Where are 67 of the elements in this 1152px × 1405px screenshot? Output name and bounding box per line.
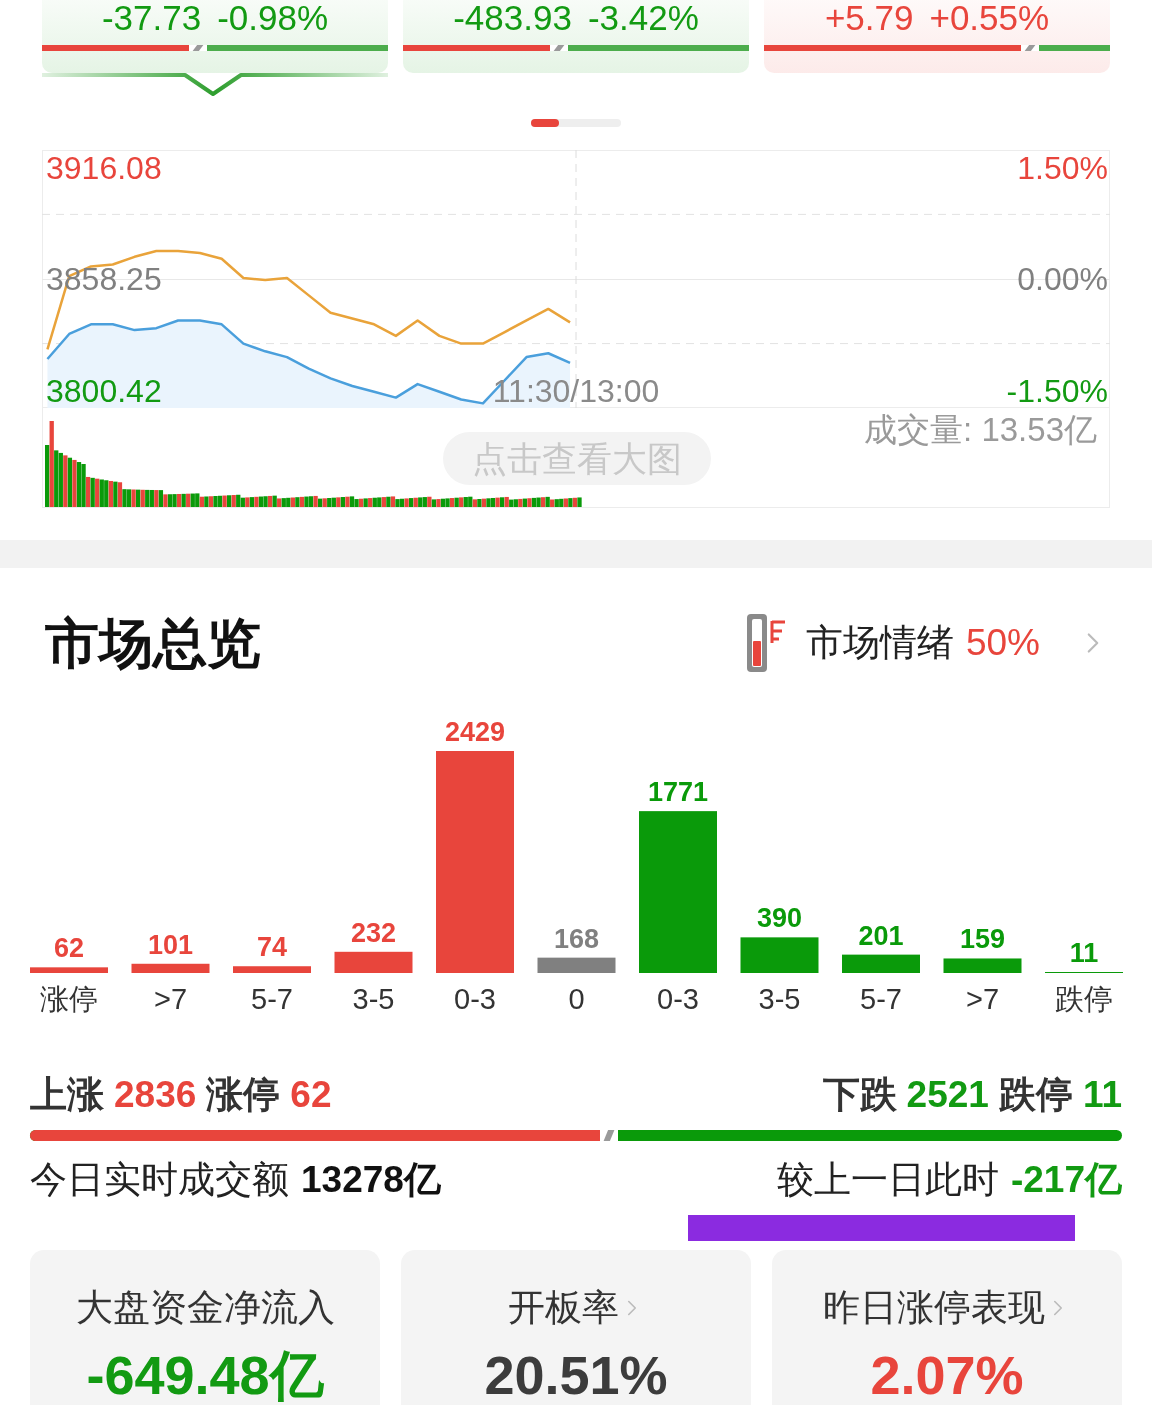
bar-value: 101 bbox=[147, 929, 194, 960]
index-card[interactable]: -37.73 -0.98% bbox=[42, 0, 388, 73]
sentiment-label: 市场情绪 bbox=[805, 621, 954, 665]
stat-value: 20.51% bbox=[484, 1346, 668, 1404]
bar-category-label: 0 bbox=[568, 983, 585, 1015]
bar-value: 201 bbox=[858, 920, 904, 951]
bar-category-label: 3-5 bbox=[352, 983, 395, 1015]
page-indicator-icon bbox=[531, 119, 621, 127]
decline-count: 2521 bbox=[906, 1075, 989, 1115]
index-change: +5.79 bbox=[824, 1, 914, 35]
bar-value: 11 bbox=[1069, 938, 1099, 968]
turnover-label: 今日实时成交额 bbox=[30, 1160, 289, 1200]
volume-label: 成交量: 13.53亿 bbox=[864, 410, 1097, 450]
thermometer-icon bbox=[745, 613, 786, 673]
bar-value: 159 bbox=[959, 924, 1006, 955]
index-percent: +0.55% bbox=[929, 1, 1050, 35]
bar-category-label: 跌停 bbox=[1055, 983, 1113, 1015]
bar-value: 74 bbox=[257, 932, 287, 963]
price-axis-label: 3800.42 bbox=[46, 374, 162, 408]
divider-slash-icon bbox=[599, 1130, 618, 1141]
limit-down-count: 11 bbox=[1082, 1075, 1122, 1115]
bar-category-label: 5-7 bbox=[860, 983, 902, 1015]
bar-category-label: >7 bbox=[153, 983, 188, 1015]
bar-category-label: >7 bbox=[965, 983, 1000, 1015]
time-axis-label: 11:30/13:00 bbox=[492, 374, 660, 408]
stat-value: 2.07% bbox=[870, 1346, 1024, 1404]
bar-category-label: 3-5 bbox=[758, 983, 801, 1015]
bar-value: 2429 bbox=[444, 717, 506, 747]
bar-value: 232 bbox=[350, 917, 397, 948]
index-card[interactable]: -483.93 -3.42% bbox=[403, 0, 749, 73]
bar-category-label: 0-3 bbox=[454, 983, 496, 1015]
stat-value: -649.48亿 bbox=[86, 1346, 324, 1404]
section-title: 市场总览 bbox=[45, 613, 261, 673]
sentiment-value: 50% bbox=[965, 621, 1040, 665]
stat-card[interactable]: 开板率 20.51% bbox=[401, 1250, 751, 1405]
comparison-value: -217亿 bbox=[1010, 1160, 1122, 1200]
stat-card[interactable]: 昨日涨停表现 2.07% bbox=[772, 1250, 1122, 1405]
decline-label: 下跌 bbox=[822, 1075, 897, 1115]
advance-label: 上涨 bbox=[30, 1075, 104, 1115]
percent-axis-label: 0.00% bbox=[1017, 262, 1108, 297]
divider-slash-icon bbox=[549, 45, 568, 51]
stat-title: 大盘资金净流入 bbox=[75, 1286, 335, 1330]
bar-category-label: 5-7 bbox=[251, 983, 293, 1015]
stat-title: 昨日涨停表现 bbox=[823, 1286, 1045, 1330]
divider-slash-icon bbox=[188, 45, 207, 51]
percent-axis-label: 1.50% bbox=[1017, 150, 1108, 185]
index-card[interactable]: +5.79 +0.55% bbox=[764, 0, 1110, 73]
bar-value: 62 bbox=[54, 933, 84, 964]
index-percent: -3.42% bbox=[587, 1, 699, 35]
bar-value: 390 bbox=[756, 903, 803, 934]
index-change: -37.73 bbox=[101, 1, 202, 35]
limit-up-label: 涨停 bbox=[206, 1075, 281, 1115]
bar-category-label: 涨停 bbox=[40, 983, 98, 1015]
bar-value: 168 bbox=[553, 923, 600, 954]
divider-slash-icon bbox=[1021, 45, 1040, 51]
bar-value: 1771 bbox=[647, 777, 709, 808]
advance-count: 2836 bbox=[114, 1075, 197, 1115]
index-change: -483.93 bbox=[453, 1, 572, 35]
limit-down-label: 跌停 bbox=[998, 1075, 1073, 1115]
stat-title: 开板率 bbox=[507, 1286, 619, 1330]
bar-category-label: 0-3 bbox=[657, 983, 699, 1015]
price-axis-label: 3916.08 bbox=[46, 150, 162, 185]
index-percent: -0.98% bbox=[217, 1, 329, 35]
turnover-value: 13278亿 bbox=[301, 1160, 441, 1200]
comparison-label: 较上一日此时 bbox=[776, 1160, 999, 1200]
limit-up-count: 62 bbox=[290, 1075, 332, 1115]
percent-axis-label: -1.50% bbox=[1006, 374, 1108, 408]
